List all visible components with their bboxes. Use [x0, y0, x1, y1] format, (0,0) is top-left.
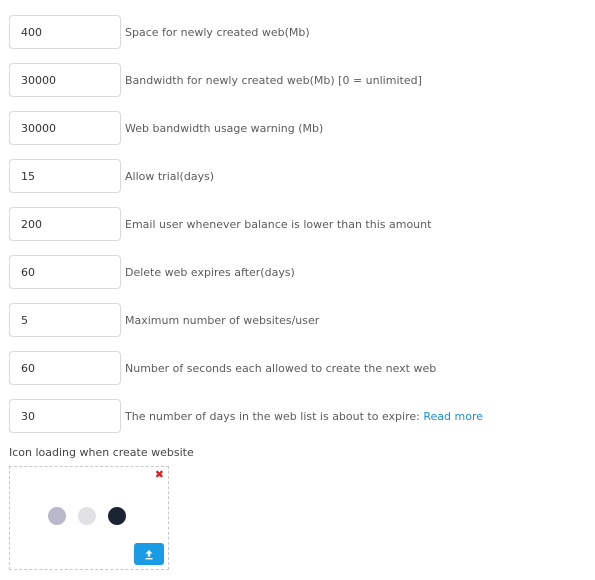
setting-row-bandwidth: Bandwidth for newly created web(Mb) [0 =… [9, 63, 589, 97]
read-more-link[interactable]: Read more [423, 410, 483, 423]
icon-loading-label: Icon loading when create website [9, 446, 194, 459]
loading-dot [108, 507, 126, 525]
create-interval-input[interactable] [9, 351, 121, 385]
max-websites-input[interactable] [9, 303, 121, 337]
balance-threshold-input[interactable] [9, 207, 121, 241]
setting-row-create-interval: Number of seconds each allowed to create… [9, 351, 589, 385]
settings-form: Space for newly created web(Mb) Bandwidt… [9, 15, 589, 447]
trial-days-input[interactable] [9, 159, 121, 193]
setting-row-max-websites: Maximum number of websites/user [9, 303, 589, 337]
setting-row-web-space: Space for newly created web(Mb) [9, 15, 589, 49]
trial-days-label: Allow trial(days) [125, 169, 215, 183]
expire-notice-input[interactable] [9, 399, 121, 433]
loading-dot [78, 507, 96, 525]
setting-row-trial-days: Allow trial(days) [9, 159, 589, 193]
web-space-label: Space for newly created web(Mb) [125, 25, 310, 39]
close-icon[interactable]: ✖ [155, 469, 164, 481]
icon-loading-section: Icon loading when create website ✖ [9, 446, 194, 570]
bandwidth-warning-input[interactable] [9, 111, 121, 145]
icon-loading-preview: ✖ [9, 466, 169, 570]
delete-expired-input[interactable] [9, 255, 121, 289]
upload-icon [145, 549, 153, 559]
bandwidth-input[interactable] [9, 63, 121, 97]
setting-row-bandwidth-warning: Web bandwidth usage warning (Mb) [9, 111, 589, 145]
balance-threshold-label: Email user whenever balance is lower tha… [125, 217, 432, 231]
bandwidth-label: Bandwidth for newly created web(Mb) [0 =… [125, 73, 422, 87]
setting-row-balance-email: Email user whenever balance is lower tha… [9, 207, 589, 241]
upload-button[interactable] [134, 543, 164, 565]
setting-row-expire-notice: The number of days in the web list is ab… [9, 399, 589, 433]
loading-dots-icon [48, 507, 138, 525]
loading-dot [48, 507, 66, 525]
expire-notice-text: The number of days in the web list is ab… [125, 409, 420, 423]
create-interval-label: Number of seconds each allowed to create… [125, 361, 437, 375]
setting-row-delete-expired: Delete web expires after(days) [9, 255, 589, 289]
web-space-input[interactable] [9, 15, 121, 49]
bandwidth-warning-label: Web bandwidth usage warning (Mb) [125, 121, 324, 135]
max-websites-label: Maximum number of websites/user [125, 313, 320, 327]
delete-expired-label: Delete web expires after(days) [125, 265, 295, 279]
expire-notice-label: The number of days in the web list is ab… [125, 410, 483, 423]
